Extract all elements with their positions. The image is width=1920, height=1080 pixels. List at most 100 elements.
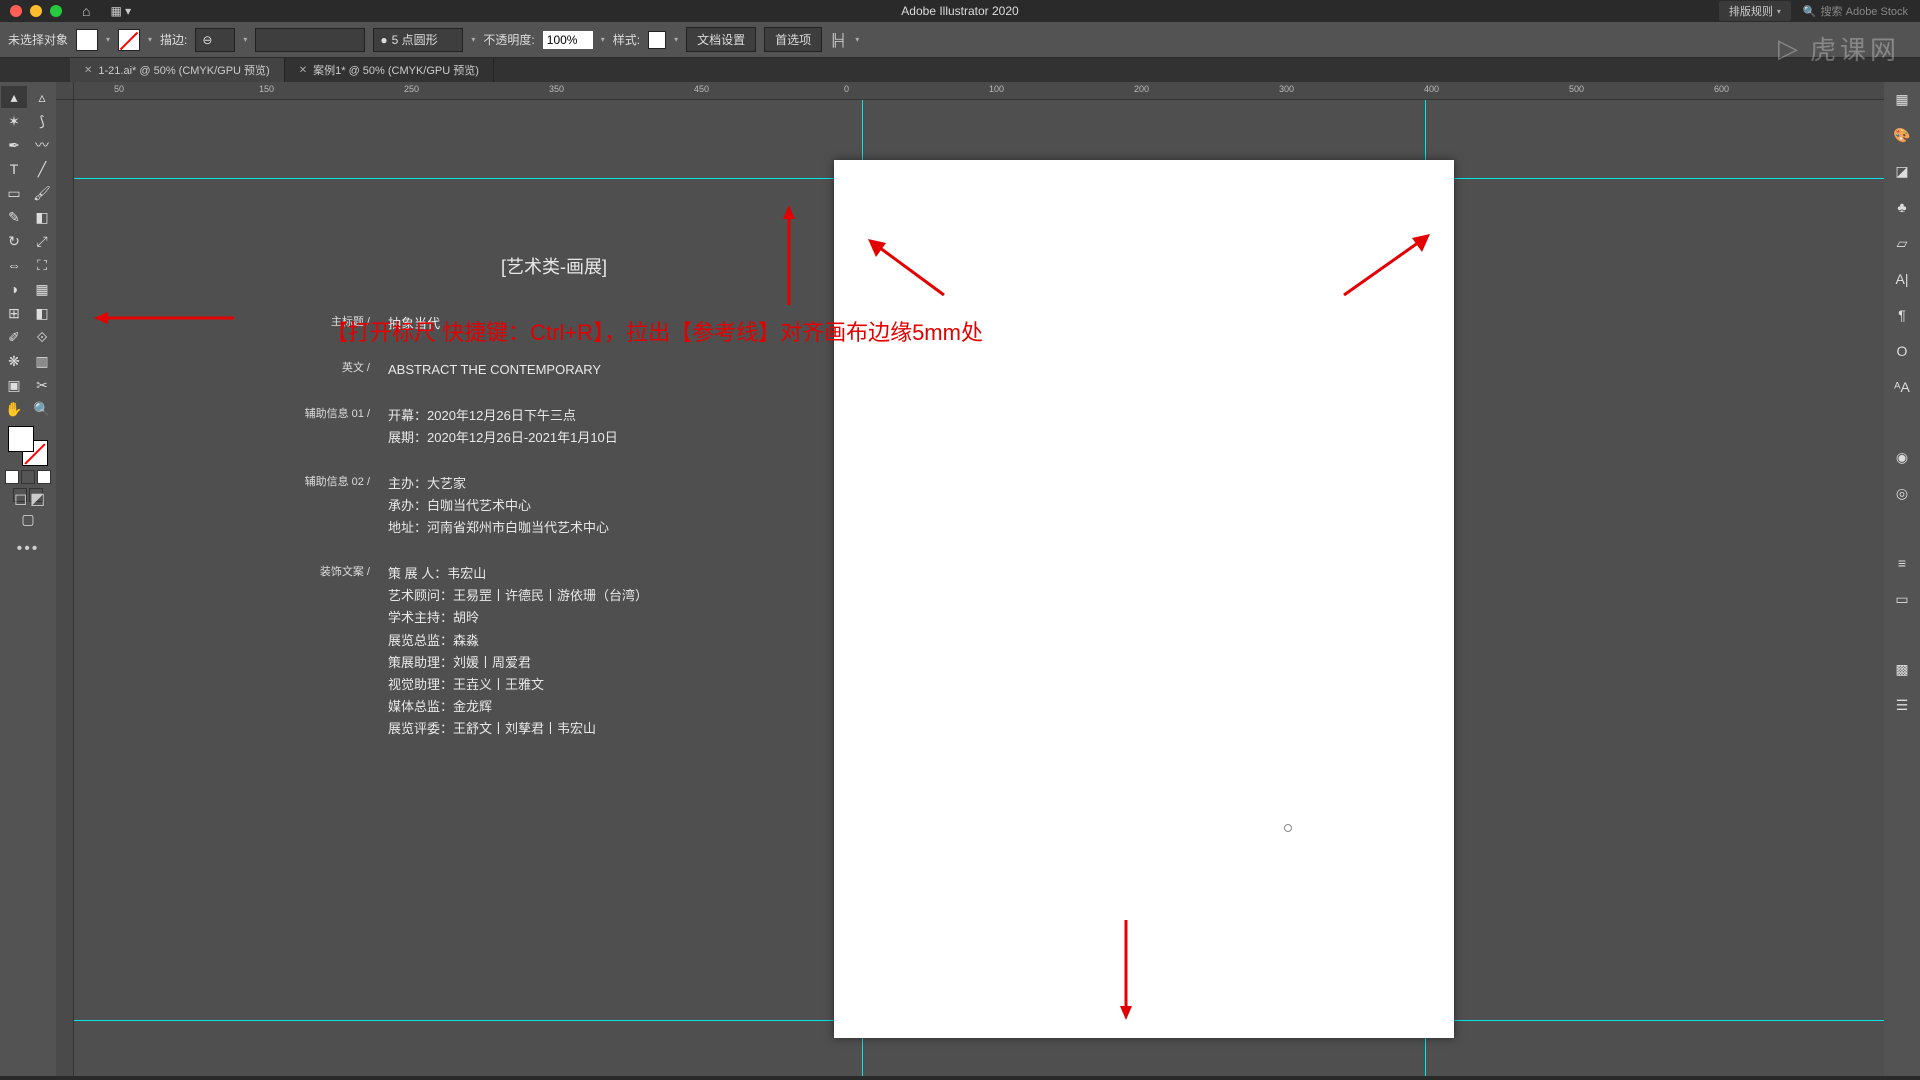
chevron-down-icon[interactable]: ▾	[148, 35, 152, 44]
properties-panel-icon[interactable]: ▦	[1891, 88, 1913, 110]
opentype-panel-icon[interactable]: O	[1891, 340, 1913, 362]
chevron-down-icon[interactable]: ▾	[855, 35, 859, 44]
arrow-diag-icon	[864, 235, 954, 305]
fill-color[interactable]	[8, 426, 34, 452]
ruler-origin[interactable]	[56, 82, 74, 100]
curvature-tool[interactable]: 〰	[29, 134, 55, 156]
status-bar	[0, 1076, 1920, 1080]
row-content: 策 展 人：韦宏山艺术顾问：王易罡丨许德民丨游依珊（台湾）学术主持：胡昤展览总监…	[388, 563, 824, 740]
vertical-ruler[interactable]	[56, 100, 74, 1076]
none-mode-icon[interactable]	[37, 470, 51, 484]
style-swatch[interactable]	[648, 31, 666, 49]
eraser-tool[interactable]: ◧	[29, 206, 55, 228]
row-content: ABSTRACT THE CONTEMPORARY	[388, 359, 824, 381]
chevron-down-icon[interactable]: ▾	[601, 35, 605, 44]
text-row: 装饰文案 /策 展 人：韦宏山艺术顾问：王易罡丨许德民丨游依珊（台湾）学术主持：…	[284, 563, 824, 740]
document-tab[interactable]: ✕ 案例1* @ 50% (CMYK/GPU 预览)	[285, 58, 494, 82]
appearance-panel-icon[interactable]: ◉	[1891, 446, 1913, 468]
ruler-tick: 600	[1714, 84, 1729, 94]
draw-normal-icon[interactable]: ◻	[13, 488, 27, 502]
adobe-stock-search[interactable]: 🔍 搜索 Adobe Stock	[1803, 3, 1908, 19]
fill-swatch[interactable]	[76, 29, 98, 51]
tab-label: 案例1* @ 50% (CMYK/GPU 预览)	[313, 62, 479, 78]
gradient-tool[interactable]: ◧	[29, 302, 55, 324]
horizontal-ruler[interactable]: 50 150 250 350 450 0 100 200 300 400 500…	[74, 82, 1884, 100]
chevron-down-icon[interactable]: ▾	[674, 35, 678, 44]
zoom-tool[interactable]: 🔍	[29, 398, 55, 420]
line-tool[interactable]: ╱	[29, 158, 55, 180]
artboard-tool[interactable]: ▣	[1, 374, 27, 396]
scale-tool[interactable]: ⤢	[29, 230, 55, 252]
layout-rules-dropdown[interactable]: 排版规则 ▾	[1719, 1, 1791, 21]
slice-tool[interactable]: ✂	[29, 374, 55, 396]
align-panel-icon[interactable]: ≡	[1891, 552, 1913, 574]
align-icon[interactable]: ╠╡	[830, 33, 847, 47]
chevron-down-icon[interactable]: ▾	[243, 35, 247, 44]
transform-panel-icon[interactable]: ▭	[1891, 588, 1913, 610]
close-window-button[interactable]	[10, 5, 22, 17]
selection-tool[interactable]: ▴	[1, 86, 27, 108]
color-panel-icon[interactable]: 🎨	[1891, 124, 1913, 146]
paintbrush-tool[interactable]: 🖌	[29, 182, 55, 204]
canvas-inner[interactable]: [艺术类-画展] 主标题 /抽象当代英文 /ABSTRACT THE CONTE…	[74, 100, 1884, 1076]
symbols-panel-icon[interactable]: ♣	[1891, 196, 1913, 218]
mesh-tool[interactable]: ⊞	[1, 302, 27, 324]
direct-selection-tool[interactable]: ▵	[29, 86, 55, 108]
edit-toolbar-icon[interactable]: •••	[17, 540, 40, 558]
perspective-tool[interactable]: ▦	[29, 278, 55, 300]
row-content: 主办：大艺家承办：白咖当代艺术中心地址：河南省郑州市白咖当代艺术中心	[388, 473, 824, 539]
pathfinder-panel-icon[interactable]: ▩	[1891, 658, 1913, 680]
paragraph-panel-icon[interactable]: ¶	[1891, 304, 1913, 326]
chevron-down-icon[interactable]: ▾	[471, 35, 475, 44]
arrange-docs-icon[interactable]: ▦ ▾	[110, 4, 131, 18]
hand-tool[interactable]: ✋	[1, 398, 27, 420]
ruler-tick: 300	[1279, 84, 1294, 94]
close-icon[interactable]: ✕	[299, 65, 307, 76]
fill-stroke-proxy[interactable]	[8, 426, 48, 466]
color-mode-icon[interactable]	[5, 470, 19, 484]
glyphs-panel-icon[interactable]: ᴬA	[1891, 376, 1913, 398]
rectangle-tool[interactable]: ▭	[1, 182, 27, 204]
symbol-sprayer-tool[interactable]: ❋	[1, 350, 27, 372]
chevron-down-icon[interactable]: ▾	[106, 35, 110, 44]
preferences-button[interactable]: 首选项	[764, 27, 822, 52]
graphic-styles-panel-icon[interactable]: ◎	[1891, 482, 1913, 504]
character-panel-icon[interactable]: A|	[1891, 268, 1913, 290]
graph-tool[interactable]: ▥	[29, 350, 55, 372]
style-label: 样式:	[613, 31, 640, 48]
brush-dropdown[interactable]: ●5 点圆形	[373, 28, 463, 52]
opacity-input[interactable]: 100%	[543, 31, 593, 49]
layers-panel-icon[interactable]: ☰	[1891, 694, 1913, 716]
magic-wand-tool[interactable]: ✶	[1, 110, 27, 132]
minimize-window-button[interactable]	[30, 5, 42, 17]
profile-dropdown[interactable]	[255, 28, 365, 52]
home-icon[interactable]: ⌂	[82, 3, 90, 19]
stroke-swatch[interactable]	[118, 29, 140, 51]
width-tool[interactable]: ⇔	[1, 254, 27, 276]
pen-tool[interactable]: ✒	[1, 134, 27, 156]
document-setup-button[interactable]: 文档设置	[686, 27, 756, 52]
eyedropper-tool[interactable]: ✐	[1, 326, 27, 348]
document-tab[interactable]: ✕ 1-21.ai* @ 50% (CMYK/GPU 预览)	[70, 58, 285, 82]
shape-builder-tool[interactable]: ◑	[1, 278, 27, 300]
lasso-tool[interactable]: ⟆	[29, 110, 55, 132]
stroke-weight-field[interactable]: ⊖	[195, 28, 235, 52]
shaper-tool[interactable]: ✎	[1, 206, 27, 228]
draw-behind-icon[interactable]: ◩	[29, 488, 43, 502]
close-icon[interactable]: ✕	[84, 65, 92, 76]
row-label: 装饰文案 /	[284, 563, 370, 740]
rotate-tool[interactable]: ↻	[1, 230, 27, 252]
canvas-area[interactable]: 50 150 250 350 450 0 100 200 300 400 500…	[56, 82, 1884, 1076]
text-row: 英文 /ABSTRACT THE CONTEMPORARY	[284, 359, 824, 381]
swatches-panel-icon[interactable]: ◪	[1891, 160, 1913, 182]
type-tool[interactable]: T	[1, 158, 27, 180]
screen-mode-icon[interactable]: ▢	[15, 508, 41, 530]
stroke-label: 描边:	[160, 31, 187, 48]
stroke-panel-icon[interactable]: ▱	[1891, 232, 1913, 254]
maximize-window-button[interactable]	[50, 5, 62, 17]
text-row: 辅助信息 01 /开幕：2020年12月26日下午三点展期：2020年12月26…	[284, 405, 824, 449]
gradient-mode-icon[interactable]	[21, 470, 35, 484]
free-transform-tool[interactable]: ⛶	[29, 254, 55, 276]
blend-tool[interactable]: ⟐	[29, 326, 55, 348]
ruler-tick: 100	[989, 84, 1004, 94]
